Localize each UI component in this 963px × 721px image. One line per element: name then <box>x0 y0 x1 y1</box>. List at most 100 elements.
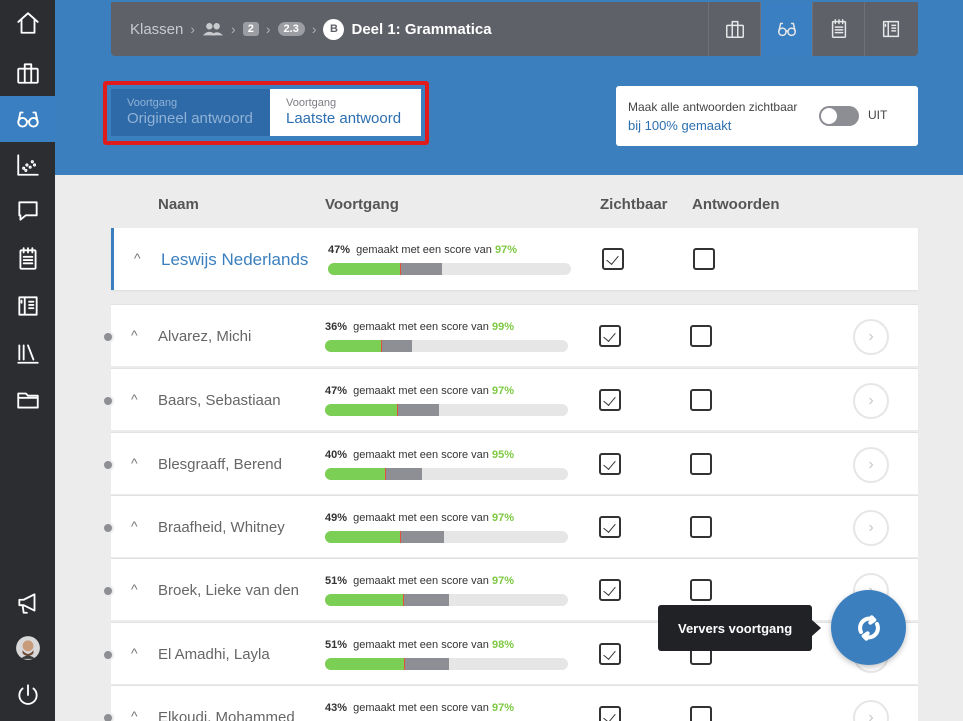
zichtbaar-checkbox[interactable] <box>599 643 621 665</box>
notepad-tab[interactable] <box>812 2 864 56</box>
progress-marker <box>397 404 399 416</box>
breadcrumb-root[interactable]: Klassen <box>130 21 183 38</box>
visibility-label: Maak alle antwoorden zichtbaar <box>628 100 798 114</box>
group-name[interactable]: Leswijs Nederlands <box>161 250 316 270</box>
scatter-chart-icon <box>16 154 39 176</box>
sublevel-chip[interactable]: 2.3 <box>277 22 305 36</box>
profile-button[interactable] <box>0 625 55 671</box>
open-student-button[interactable]: › <box>853 510 889 546</box>
switch-state-label: UIT <box>868 108 888 122</box>
student-name[interactable]: Blesgraaff, Berend <box>158 456 298 473</box>
progress-marker <box>385 468 387 480</box>
book-icon <box>17 296 38 316</box>
score-value: 99% <box>491 321 514 333</box>
expand-icon[interactable]: ^ <box>134 250 141 266</box>
column-header-naam[interactable]: Naam <box>158 196 199 213</box>
visibility-switch[interactable] <box>819 106 859 126</box>
sidebar <box>0 0 55 721</box>
library-icon <box>16 344 39 364</box>
chevron-right-icon: › <box>868 709 874 721</box>
messages-button[interactable] <box>0 188 55 234</box>
antwoorden-checkbox[interactable] <box>693 248 715 270</box>
expand-icon[interactable]: ^ <box>131 391 138 407</box>
glasses-icon <box>777 22 796 37</box>
statistics-button[interactable] <box>0 142 55 188</box>
megaphone-icon <box>17 593 35 614</box>
progress-bar <box>325 594 568 606</box>
progress-bar <box>325 340 568 352</box>
expand-icon[interactable]: ^ <box>131 708 138 721</box>
zichtbaar-checkbox[interactable] <box>599 325 621 347</box>
book-tab[interactable] <box>864 2 916 56</box>
student-name[interactable]: Broek, Lieke van den <box>158 582 298 599</box>
level-chip[interactable]: 2 <box>242 22 259 36</box>
expand-icon[interactable]: ^ <box>131 455 138 471</box>
progress-bar <box>325 468 568 480</box>
users-icon[interactable] <box>202 21 224 37</box>
status-dot <box>102 331 114 343</box>
status-dot <box>102 712 114 721</box>
notepad-icon <box>831 19 846 38</box>
expand-icon[interactable]: ^ <box>131 518 138 534</box>
glasses-button[interactable] <box>0 96 55 142</box>
visibility-condition: bij 100% gemaakt <box>628 118 732 133</box>
progress-phrase: gemaakt met een score van <box>353 575 489 587</box>
antwoorden-checkbox[interactable] <box>690 325 712 347</box>
student-name[interactable]: Alvarez, Michi <box>158 328 298 345</box>
antwoorden-checkbox[interactable] <box>690 516 712 538</box>
expand-icon[interactable]: ^ <box>131 327 138 343</box>
progress-text: 43% gemaakt met een score van 97% <box>325 702 514 714</box>
student-row: ^ Elkoudi, Mohammed 43% gemaakt met een sc… <box>102 685 918 721</box>
score-value: 97% <box>491 575 514 587</box>
student-name[interactable]: El Amadhi, Layla <box>158 646 298 663</box>
progress-percent: 43% <box>325 702 348 714</box>
book-button[interactable] <box>0 283 55 329</box>
antwoorden-checkbox[interactable] <box>690 706 712 721</box>
logout-button[interactable] <box>0 672 55 718</box>
chevron-right-icon: › <box>311 21 317 37</box>
column-header-zichtbaar[interactable]: Zichtbaar <box>600 196 668 213</box>
folder-button[interactable] <box>0 377 55 423</box>
progress-correct-fill <box>325 531 402 543</box>
student-name[interactable]: Braafheid, Whitney <box>158 519 298 536</box>
zichtbaar-checkbox[interactable] <box>599 579 621 601</box>
briefcase-tab[interactable] <box>708 2 760 56</box>
expand-icon[interactable]: ^ <box>131 581 138 597</box>
notepad-icon <box>18 247 37 270</box>
progress-percent: 47% <box>328 244 351 256</box>
announcements-button[interactable] <box>0 580 55 626</box>
zichtbaar-checkbox[interactable] <box>602 248 624 270</box>
column-header-antwoorden[interactable]: Antwoorden <box>692 196 780 213</box>
open-student-button[interactable]: › <box>853 447 889 483</box>
zichtbaar-checkbox[interactable] <box>599 706 621 721</box>
progress-text: 47% gemaakt met een score van 97% <box>325 385 514 397</box>
library-button[interactable] <box>0 330 55 376</box>
refresh-button[interactable] <box>831 590 906 665</box>
column-header-voortgang[interactable]: Voortgang <box>325 196 399 213</box>
antwoorden-checkbox[interactable] <box>690 579 712 601</box>
progress-correct-fill <box>325 404 399 416</box>
progress-text: 49% gemaakt met een score van 97% <box>325 512 514 524</box>
antwoorden-checkbox[interactable] <box>690 389 712 411</box>
briefcase-button[interactable] <box>0 50 55 96</box>
zichtbaar-checkbox[interactable] <box>599 453 621 475</box>
home-button[interactable] <box>0 0 55 46</box>
open-student-button[interactable]: › <box>853 319 889 355</box>
student-name[interactable]: Baars, Sebastiaan <box>158 392 298 409</box>
zichtbaar-checkbox[interactable] <box>599 516 621 538</box>
page-title: Deel 1: Grammatica <box>351 20 492 38</box>
zichtbaar-checkbox[interactable] <box>599 389 621 411</box>
glasses-tab[interactable] <box>760 2 812 56</box>
progress-phrase: gemaakt met een score van <box>356 244 492 256</box>
student-name[interactable]: Elkoudi, Mohammed <box>158 709 298 721</box>
progress-incorrect-fill <box>386 468 423 480</box>
open-student-button[interactable]: › <box>853 383 889 419</box>
open-student-button[interactable]: › <box>853 700 889 721</box>
progress-percent: 40% <box>325 449 348 461</box>
progress-correct-fill <box>325 594 405 606</box>
chevron-right-icon: › <box>265 21 271 37</box>
antwoorden-checkbox[interactable] <box>690 453 712 475</box>
progress-phrase: gemaakt met een score van <box>353 702 489 714</box>
expand-icon[interactable]: ^ <box>131 645 138 661</box>
notepad-button[interactable] <box>0 236 55 282</box>
